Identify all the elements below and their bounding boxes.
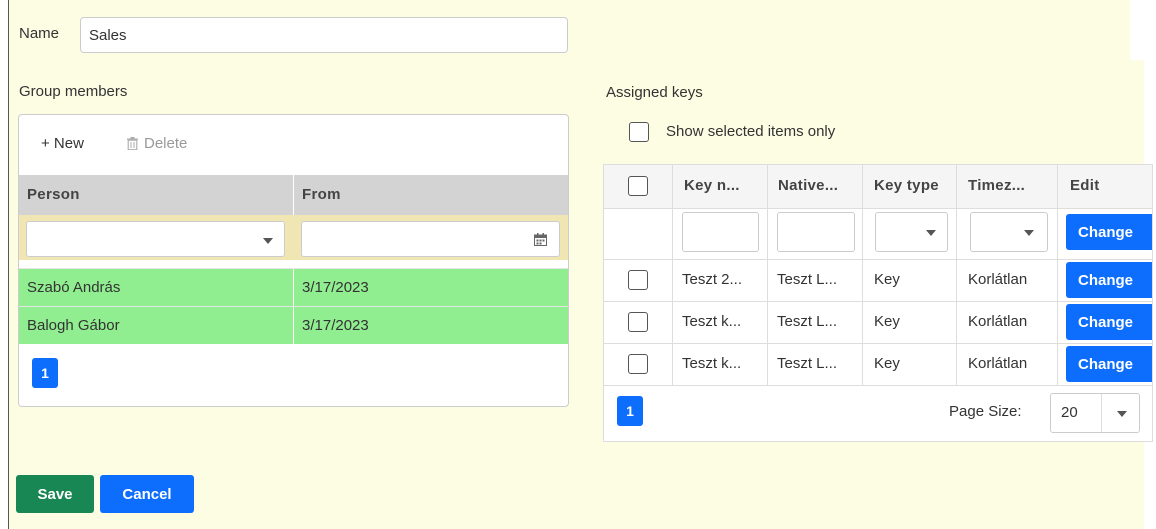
column-header-key-name[interactable]: Key n... [684,177,740,194]
show-selected-label: Show selected items only [666,123,836,140]
group-members-grid: + New Delete Person From Szabó András 3/… [18,114,569,407]
row-checkbox[interactable] [628,354,648,374]
key-name-cell: Teszt k... [682,313,742,330]
change-button[interactable]: Change [1066,304,1152,340]
row-checkbox[interactable] [628,312,648,332]
key-name-cell: Teszt k... [682,355,742,372]
new-member-button[interactable]: + New [41,135,84,152]
group-members-toolbar: + New Delete [19,115,568,175]
native-cell: Teszt L... [777,271,838,288]
delete-member-label: Delete [144,135,188,152]
save-button[interactable]: Save [16,475,94,513]
native-cell: Teszt L... [777,313,838,330]
person-cell: Szabó András [27,279,121,296]
change-filter-button[interactable]: Change [1066,214,1152,250]
person-filter-select[interactable] [26,221,285,257]
native-filter-input[interactable] [777,212,855,252]
from-date-filter[interactable] [301,221,560,257]
page-corner [1130,0,1156,60]
key-name-cell: Teszt 2... [682,271,743,288]
key-type-cell: Key [874,271,900,288]
calendar-icon[interactable] [534,233,547,246]
chevron-down-icon [263,238,273,244]
trash-icon [127,137,138,150]
column-header-timezone[interactable]: Timez... [968,177,1025,194]
page-size-value: 20 [1061,404,1078,421]
chevron-down-icon [926,230,936,236]
column-header-from[interactable]: From [302,186,341,203]
new-member-label: + New [41,135,84,152]
change-button[interactable]: Change [1066,346,1152,382]
group-members-title: Group members [19,83,128,100]
timezone-cell: Korlátlan [968,271,1028,288]
table-row[interactable]: Szabó András 3/17/2023 [19,268,568,306]
column-header-person[interactable]: Person [27,186,80,203]
person-cell: Balogh Gábor [27,317,120,334]
column-header-native[interactable]: Native... [778,177,838,194]
delete-member-button[interactable]: Delete [127,135,187,152]
show-selected-checkbox[interactable] [629,122,649,142]
select-all-checkbox[interactable] [628,176,648,196]
chevron-down-icon [1117,411,1127,417]
page-size-select[interactable]: 20 [1050,393,1140,433]
name-input[interactable] [80,17,568,53]
change-button[interactable]: Change [1066,262,1152,298]
timezone-filter-select[interactable] [970,212,1048,252]
column-header-key-type[interactable]: Key type [874,177,939,194]
key-type-cell: Key [874,313,900,330]
assigned-keys-header: Key n... Native... Key type Timez... Edi… [604,165,1152,209]
page-1-button[interactable]: 1 [617,396,643,426]
from-cell: 3/17/2023 [302,317,369,334]
native-cell: Teszt L... [777,355,838,372]
from-cell: 3/17/2023 [302,279,369,296]
group-members-filter-row [19,215,568,260]
key-type-filter-select[interactable] [875,212,948,252]
table-row[interactable]: Balogh Gábor 3/17/2023 [19,306,568,344]
key-name-filter-input[interactable] [682,212,759,252]
key-type-cell: Key [874,355,900,372]
assigned-keys-grid: Key n... Native... Key type Timez... Edi… [603,164,1153,442]
cancel-button[interactable]: Cancel [100,475,194,513]
assigned-keys-title: Assigned keys [606,84,703,101]
page-1-button[interactable]: 1 [32,358,58,388]
name-label: Name [19,25,60,42]
timezone-cell: Korlátlan [968,313,1028,330]
group-members-header: Person From [19,175,568,215]
column-header-edit: Edit [1070,177,1100,194]
timezone-cell: Korlátlan [968,355,1028,372]
chevron-down-icon [1024,230,1034,236]
row-checkbox[interactable] [628,270,648,290]
page-size-label: Page Size: [949,403,1022,420]
